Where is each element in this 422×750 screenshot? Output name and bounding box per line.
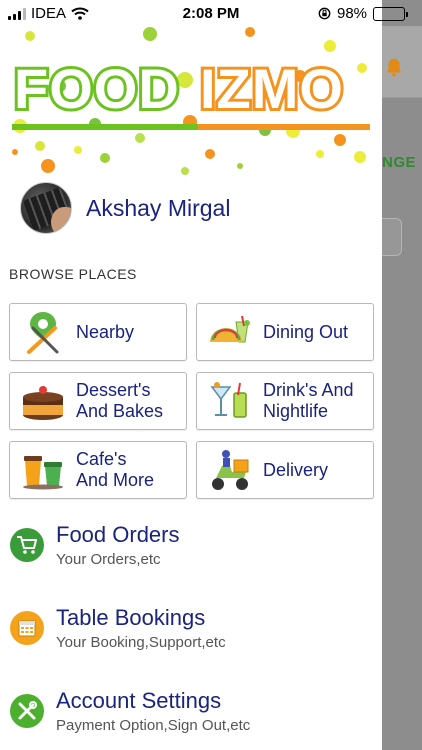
bell-icon[interactable] bbox=[383, 56, 405, 78]
navigation-drawer: FOOD IZMO Akshay Mirgal BROWSE PLACES Ne… bbox=[0, 0, 382, 750]
confetti-dot bbox=[41, 159, 55, 173]
confetti-dot bbox=[143, 27, 157, 41]
tile-drinks-and-nightlife[interactable]: Drink's And Nightlife bbox=[196, 372, 374, 430]
status-right: 98% bbox=[318, 5, 409, 22]
menu-table-bookings[interactable]: Table Bookings Your Booking,Support,etc bbox=[10, 605, 380, 655]
tile-desserts-and-bakes[interactable]: Dessert's And Bakes bbox=[9, 372, 187, 430]
calendar-icon bbox=[10, 611, 44, 645]
cocktail-icon bbox=[207, 378, 253, 424]
battery-percent: 98% bbox=[337, 5, 368, 22]
menu-subtitle: Your Booking,Support,etc bbox=[56, 634, 226, 651]
browse-places-grid: Nearby Dining Out Dessert's And Bakes Dr… bbox=[9, 303, 375, 499]
confetti-dot bbox=[35, 141, 45, 151]
foodizmo-logo[interactable]: FOOD IZMO bbox=[12, 46, 372, 132]
browse-places-heading: BROWSE PLACES bbox=[9, 266, 137, 282]
cake-icon bbox=[20, 378, 66, 424]
menu-subtitle: Payment Option,Sign Out,etc bbox=[56, 717, 251, 734]
status-bar: IDEA 2:08 PM 98% bbox=[0, 0, 409, 26]
logo-izmo: IZMO bbox=[200, 57, 344, 120]
logo-food: FOOD bbox=[14, 57, 180, 120]
rotation-lock-icon bbox=[318, 7, 331, 20]
avatar[interactable] bbox=[20, 182, 72, 234]
confetti-dot bbox=[135, 133, 145, 143]
menu-food-orders[interactable]: Food Orders Your Orders,etc bbox=[10, 522, 380, 572]
tile-label: Delivery bbox=[263, 459, 329, 480]
drawer-header-banner: FOOD IZMO bbox=[0, 26, 382, 176]
confetti-dot bbox=[354, 151, 366, 163]
tile-delivery[interactable]: Delivery bbox=[196, 441, 374, 499]
tile-label: Drink's And Nightlife bbox=[263, 380, 354, 421]
tile-dining-out[interactable]: Dining Out bbox=[196, 303, 374, 361]
user-profile[interactable]: Akshay Mirgal bbox=[20, 182, 230, 234]
location-cutlery-icon bbox=[20, 309, 66, 355]
cart-icon bbox=[10, 528, 44, 562]
tile-nearby[interactable]: Nearby bbox=[9, 303, 187, 361]
tile-cafes-and-more[interactable]: Cafe's And More bbox=[9, 441, 187, 499]
menu-title: Account Settings bbox=[56, 688, 222, 713]
user-name: Akshay Mirgal bbox=[86, 194, 231, 221]
taco-drink-icon bbox=[207, 309, 253, 355]
battery-icon bbox=[373, 6, 409, 21]
confetti-dot bbox=[12, 149, 18, 155]
background-partial-text: NGE bbox=[382, 154, 417, 171]
delivery-scooter-icon bbox=[207, 447, 253, 493]
tile-label: Nearby bbox=[76, 321, 135, 342]
tools-icon bbox=[10, 694, 44, 728]
menu-account-settings[interactable]: Account Settings Payment Option,Sign Out… bbox=[10, 688, 380, 738]
menu-title: Food Orders bbox=[56, 522, 180, 547]
confetti-dot bbox=[245, 27, 255, 37]
coffee-cup-icon bbox=[20, 447, 66, 493]
confetti-dot bbox=[334, 134, 346, 146]
confetti-dot bbox=[74, 146, 82, 154]
confetti-dot bbox=[25, 31, 35, 41]
confetti-dot bbox=[181, 167, 189, 175]
confetti-dot bbox=[100, 153, 110, 163]
menu-subtitle: Your Orders,etc bbox=[56, 551, 161, 568]
tile-label: Cafe's And More bbox=[76, 449, 155, 490]
confetti-dot bbox=[205, 149, 215, 159]
confetti-dot bbox=[237, 163, 243, 169]
tile-label: Dessert's And Bakes bbox=[76, 380, 164, 421]
menu-title: Table Bookings bbox=[56, 605, 206, 630]
tile-label: Dining Out bbox=[263, 321, 349, 342]
confetti-dot bbox=[316, 150, 324, 158]
